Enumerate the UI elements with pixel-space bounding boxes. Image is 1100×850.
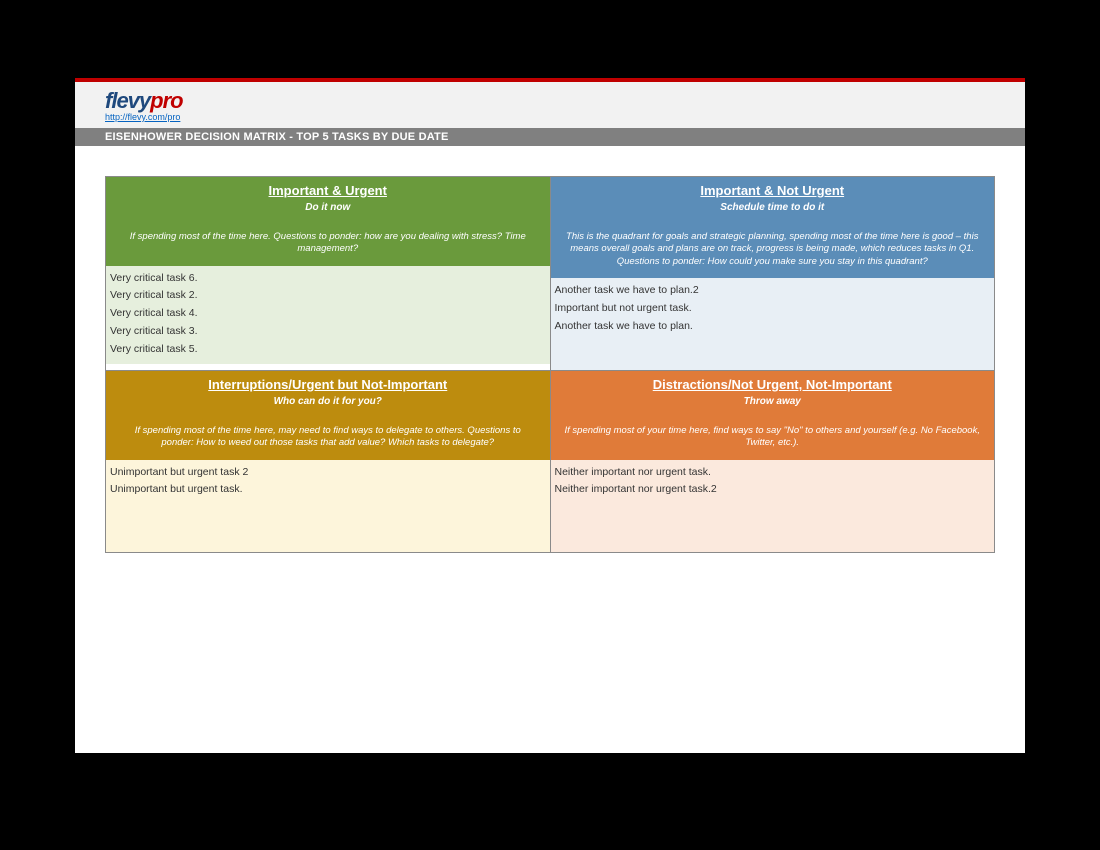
q4-description: If spending most of your time here, find… xyxy=(559,425,987,450)
task-item: Very critical task 4. xyxy=(110,305,546,323)
quadrant-q3: Interruptions/Urgent but Not-Important W… xyxy=(106,371,551,553)
task-item: Important but not urgent task. xyxy=(555,300,991,318)
quadrant-q2: Important & Not Urgent Schedule time to … xyxy=(550,177,995,371)
q1-title: Important & Urgent xyxy=(114,183,542,198)
q4-title: Distractions/Not Urgent, Not-Important xyxy=(559,377,987,392)
q2-title: Important & Not Urgent xyxy=(559,183,987,198)
header: flevypro http://flevy.com/pro xyxy=(75,82,1025,128)
q2-description: This is the quadrant for goals and strat… xyxy=(559,231,987,268)
task-item: Very critical task 6. xyxy=(110,270,546,288)
logo: flevypro xyxy=(105,88,183,114)
logo-part-2: pro xyxy=(150,88,182,113)
task-item: Very critical task 2. xyxy=(110,287,546,305)
task-item: Very critical task 3. xyxy=(110,323,546,341)
document-page: flevypro http://flevy.com/pro EISENHOWER… xyxy=(75,78,1025,753)
q2-header: Important & Not Urgent Schedule time to … xyxy=(551,177,995,278)
header-link[interactable]: http://flevy.com/pro xyxy=(105,112,180,122)
q3-description: If spending most of the time here, may n… xyxy=(114,425,542,450)
q1-action: Do it now xyxy=(114,202,542,213)
matrix-container: Important & Urgent Do it now If spending… xyxy=(75,146,1025,753)
task-item: Unimportant but urgent task 2 xyxy=(110,464,546,482)
q3-tasks: Unimportant but urgent task 2 Unimportan… xyxy=(106,460,550,552)
q2-tasks: Another task we have to plan.2 Important… xyxy=(551,278,995,370)
q4-tasks: Neither important nor urgent task. Neith… xyxy=(551,460,995,552)
q3-header: Interruptions/Urgent but Not-Important W… xyxy=(106,371,550,460)
logo-part-1: flevy xyxy=(105,88,150,113)
q2-action: Schedule time to do it xyxy=(559,202,987,213)
quadrant-q1: Important & Urgent Do it now If spending… xyxy=(106,177,551,371)
page-title: EISENHOWER DECISION MATRIX - TOP 5 TASKS… xyxy=(75,128,1025,146)
task-item: Neither important nor urgent task.2 xyxy=(555,481,991,499)
task-item: Unimportant but urgent task. xyxy=(110,481,546,499)
eisenhower-matrix: Important & Urgent Do it now If spending… xyxy=(105,176,995,553)
q3-action: Who can do it for you? xyxy=(114,396,542,407)
q1-header: Important & Urgent Do it now If spending… xyxy=(106,177,550,266)
quadrant-q4: Distractions/Not Urgent, Not-Important T… xyxy=(550,371,995,553)
task-item: Another task we have to plan.2 xyxy=(555,282,991,300)
task-item: Neither important nor urgent task. xyxy=(555,464,991,482)
task-item: Another task we have to plan. xyxy=(555,318,991,336)
q3-title: Interruptions/Urgent but Not-Important xyxy=(114,377,542,392)
q1-tasks: Very critical task 6. Very critical task… xyxy=(106,266,550,365)
task-item: Very critical task 5. xyxy=(110,341,546,359)
q4-action: Throw away xyxy=(559,396,987,407)
q1-description: If spending most of the time here. Quest… xyxy=(114,231,542,256)
q4-header: Distractions/Not Urgent, Not-Important T… xyxy=(551,371,995,460)
